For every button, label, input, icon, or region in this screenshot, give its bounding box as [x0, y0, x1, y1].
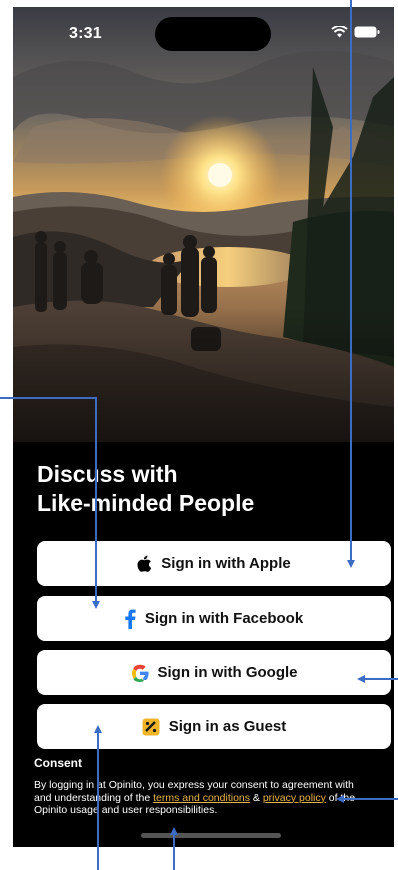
guest-badge-icon [142, 718, 160, 736]
terms-and-conditions-link[interactable]: terms and conditions [153, 792, 250, 804]
sign-in-google-button[interactable]: Sign in with Google [37, 650, 391, 695]
wifi-icon [331, 25, 348, 43]
headline-line-1: Discuss with [37, 461, 178, 487]
sign-in-google-label: Sign in with Google [157, 664, 298, 681]
status-icons [331, 25, 380, 43]
headline-line-2: Like-minded People [37, 490, 255, 516]
sign-in-guest-button[interactable]: Sign in as Guest [37, 704, 391, 749]
phone-screen: 3:31 Discuss with Like-minded People Sig… [13, 7, 394, 847]
facebook-logo-icon [125, 609, 136, 629]
google-logo-icon [131, 664, 149, 682]
home-indicator [141, 833, 281, 838]
consent-text: By logging in at Opinito, you express yo… [34, 779, 369, 817]
hero-image [13, 7, 394, 442]
headline: Discuss with Like-minded People [37, 460, 367, 518]
privacy-policy-link[interactable]: privacy policy [263, 792, 326, 804]
battery-icon [354, 25, 380, 43]
sign-in-guest-label: Sign in as Guest [168, 718, 287, 735]
status-bar: 3:31 [13, 7, 394, 59]
consent-text-part-2: & [250, 791, 263, 804]
consent-title: Consent [34, 756, 82, 770]
sign-in-facebook-label: Sign in with Facebook [144, 610, 304, 627]
sign-in-apple-button[interactable]: Sign in with Apple [37, 541, 391, 586]
dynamic-island [155, 17, 271, 51]
sign-in-facebook-button[interactable]: Sign in with Facebook [37, 596, 391, 641]
sign-in-apple-label: Sign in with Apple [161, 555, 291, 572]
status-time: 3:31 [69, 25, 102, 42]
apple-logo-icon [137, 555, 152, 572]
